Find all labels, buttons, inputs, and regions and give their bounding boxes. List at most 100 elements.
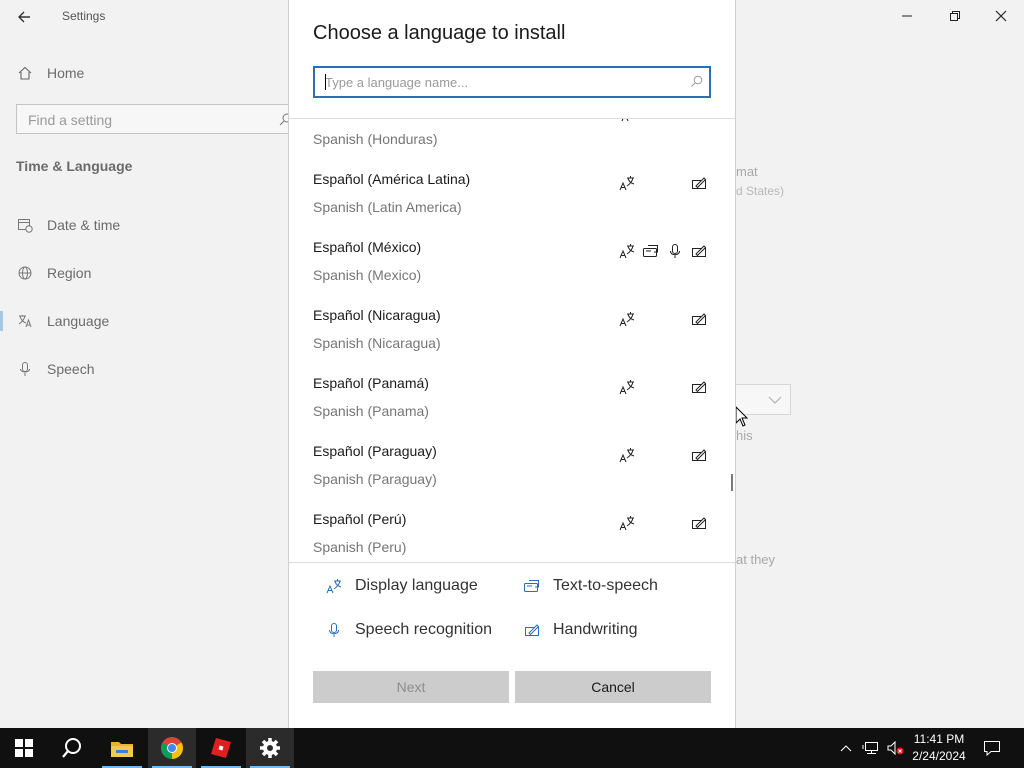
handwriting-icon [690, 175, 708, 191]
legend-label: Handwriting [553, 621, 638, 638]
legend-speech-recognition: Speech recognition [325, 621, 492, 639]
close-icon [995, 10, 1007, 22]
handwriting-icon [690, 515, 708, 531]
clock-time: 11:41 PM [913, 732, 965, 746]
language-search-box[interactable] [313, 66, 711, 98]
display-language-icon [618, 119, 636, 125]
find-setting-placeholder: Find a setting [28, 112, 113, 128]
language-english-name: Spanish (Paraguay) [313, 471, 437, 487]
action-center-button[interactable] [978, 728, 1006, 768]
notification-icon [984, 741, 1000, 756]
list-item[interactable]: Spanish (Honduras) [289, 119, 735, 179]
start-button[interactable] [0, 728, 48, 768]
roblox-icon [211, 738, 231, 758]
calendar-clock-icon [16, 216, 34, 234]
taskbar-file-explorer[interactable] [98, 728, 146, 768]
file-explorer-icon [111, 742, 133, 757]
bg-text-they: at they [736, 552, 776, 567]
clock-date: 2/24/2024 [912, 749, 966, 763]
list-item[interactable]: Español (Panamá) Spanish (Panama) [289, 375, 735, 443]
language-list[interactable]: Spanish (Honduras) Español (América Lati… [289, 119, 735, 562]
language-english-name: Spanish (Honduras) [313, 131, 438, 147]
globe-icon [16, 264, 34, 282]
restore-icon [950, 11, 960, 21]
nav-home[interactable]: Home [16, 64, 84, 82]
handwriting-icon [690, 243, 708, 259]
dialog-title: Choose a language to install [313, 22, 566, 44]
list-item[interactable]: Español (México) Spanish (Mexico) [289, 239, 735, 307]
legend-display-language: Display language [325, 577, 478, 595]
display-language-icon [618, 379, 636, 395]
settings-content-background: mat d States) his at they [736, 0, 1024, 728]
network-tray-button[interactable] [860, 728, 882, 768]
list-item[interactable]: Español (América Latina) Spanish (Latin … [289, 171, 735, 239]
network-icon [862, 742, 878, 754]
chevron-down-icon [768, 396, 782, 404]
language-native-name: Español (América Latina) [313, 171, 471, 187]
display-language-icon [325, 577, 343, 595]
bg-text-format: mat [736, 164, 758, 179]
display-language-icon [618, 311, 636, 327]
cancel-button[interactable]: Cancel [515, 671, 711, 703]
display-language-icon [618, 515, 636, 531]
taskbar-chrome[interactable] [148, 728, 196, 768]
taskbar-clock[interactable]: 11:41 PM 2/24/2024 [904, 731, 974, 765]
sidebar-item-label: Date & time [47, 217, 121, 233]
next-button[interactable]: Next [313, 671, 509, 703]
text-to-speech-icon [523, 577, 541, 595]
legend-label: Display language [355, 577, 478, 594]
language-native-name: Español (Paraguay) [313, 443, 437, 459]
find-setting-input[interactable]: Find a setting [16, 104, 296, 134]
list-item[interactable]: Español (Paraguay) Spanish (Paraguay) [289, 443, 735, 511]
back-arrow-icon [18, 11, 30, 23]
taskbar: 11:41 PM 2/24/2024 [0, 728, 1024, 768]
back-button[interactable] [14, 6, 36, 28]
choose-language-dialog: Choose a language to install Spanish (Ho… [288, 0, 736, 728]
legend-label: Speech recognition [355, 621, 492, 638]
home-icon [16, 64, 34, 82]
sidebar-item-label: Speech [47, 361, 95, 377]
search-icon [690, 75, 703, 93]
language-english-name: Spanish (Nicaragua) [313, 335, 441, 351]
taskbar-search-button[interactable] [48, 728, 96, 768]
legend-label: Text-to-speech [553, 577, 658, 594]
taskbar-settings[interactable] [246, 728, 294, 768]
language-english-name: Spanish (Mexico) [313, 267, 422, 283]
bg-text-this: his [736, 428, 753, 443]
show-hidden-icons-button[interactable] [836, 728, 856, 768]
settings-gear-icon [260, 738, 280, 758]
selected-indicator [0, 311, 3, 331]
handwriting-icon [690, 447, 708, 463]
list-scrollbar[interactable] [731, 474, 733, 491]
restore-button[interactable] [932, 0, 978, 32]
taskbar-roblox[interactable] [197, 728, 245, 768]
sidebar-item-region[interactable]: Region [16, 264, 91, 282]
language-english-name: Spanish (Panama) [313, 403, 429, 419]
sidebar-item-language[interactable]: Language [16, 312, 109, 330]
list-item[interactable]: Español (Nicaragua) Spanish (Nicaragua) [289, 307, 735, 375]
volume-tray-button[interactable] [884, 728, 906, 768]
handwriting-icon [523, 621, 541, 639]
display-language-icon [618, 175, 636, 191]
search-icon [62, 738, 81, 758]
nav-home-label: Home [47, 65, 85, 81]
windows-start-icon [15, 739, 33, 757]
language-english-name: Spanish (Peru) [313, 539, 407, 555]
settings-sidebar: Settings Home Find a setting Time & Lang… [0, 0, 296, 728]
language-search-input[interactable] [325, 72, 675, 92]
list-divider [289, 562, 735, 563]
app-title: Settings [62, 9, 106, 23]
sidebar-item-speech[interactable]: Speech [16, 360, 94, 378]
close-button[interactable] [978, 0, 1024, 32]
sidebar-item-label: Region [47, 265, 92, 281]
list-item[interactable]: Español (Perú) Spanish (Peru) [289, 511, 735, 562]
chevron-up-icon [840, 745, 852, 752]
volume-muted-icon [887, 740, 904, 756]
language-native-name: Español (Panamá) [313, 375, 429, 391]
display-language-icon [618, 447, 636, 463]
minimize-icon [902, 15, 912, 17]
display-language-icon [618, 243, 636, 259]
handwriting-icon [690, 311, 708, 327]
minimize-button[interactable] [884, 0, 930, 32]
sidebar-item-date-time[interactable]: Date & time [16, 216, 120, 234]
